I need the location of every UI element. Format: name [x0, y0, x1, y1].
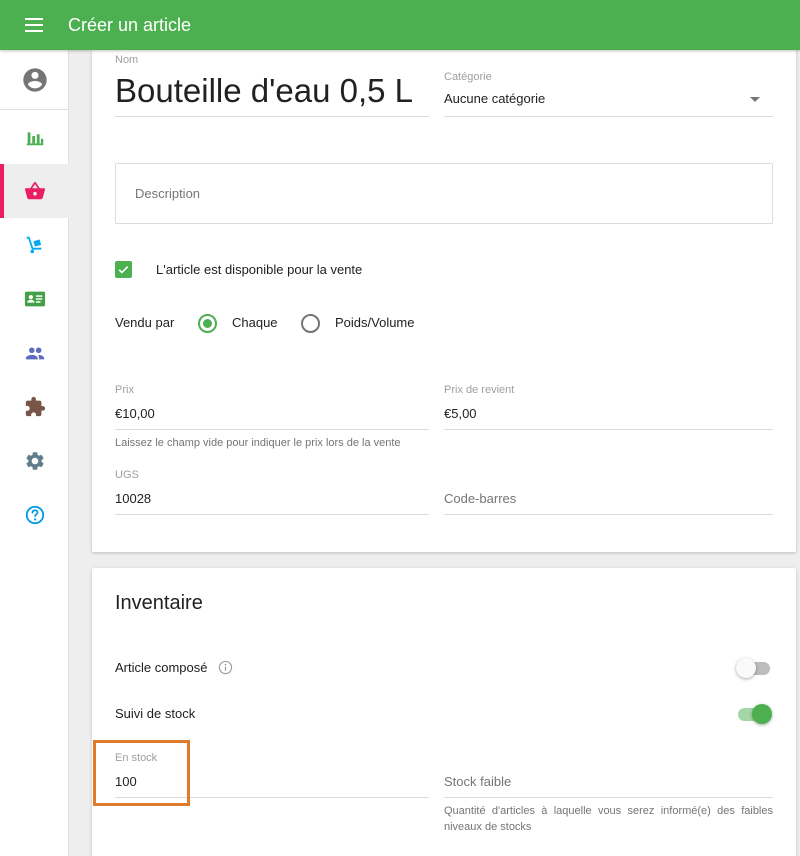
available-label: L'article est disponible pour la vente	[156, 262, 363, 277]
check-icon	[118, 265, 129, 274]
low-stock-underline	[444, 797, 773, 798]
sidebar-item-employees[interactable]	[0, 326, 69, 380]
price-input[interactable]: €10,00	[115, 406, 155, 421]
composite-label: Article composé	[115, 660, 208, 675]
people-icon	[25, 347, 44, 360]
low-stock-helper-text: Quantité d'articles à laquelle vous sere…	[444, 805, 773, 833]
toggle-thumb	[736, 658, 756, 678]
sku-label: UGS	[115, 469, 139, 481]
id-card-icon	[24, 291, 45, 307]
sidebar-item-integrations[interactable]	[0, 380, 69, 434]
category-select[interactable]: Aucune catégorie	[444, 91, 545, 106]
bar-chart-icon	[26, 132, 43, 146]
price-helper-text: Laissez le champ vide pour indiquer le p…	[115, 437, 401, 449]
category-label: Catégorie	[444, 71, 492, 83]
item-details-card: Nom Bouteille d'eau 0,5 L Catégorie Aucu…	[92, 50, 796, 552]
radio-each-label[interactable]: Chaque	[232, 315, 278, 330]
description-placeholder: Description	[135, 186, 201, 201]
sidebar-item-customers[interactable]	[0, 272, 69, 326]
radio-weight-volume[interactable]	[301, 314, 320, 333]
name-underline	[115, 116, 429, 117]
category-underline	[444, 116, 773, 117]
track-stock-label: Suivi de stock	[115, 706, 196, 721]
help-icon	[25, 505, 44, 525]
menu-button[interactable]	[0, 0, 68, 50]
name-input[interactable]: Bouteille d'eau 0,5 L	[115, 72, 413, 110]
avatar[interactable]	[0, 50, 69, 110]
cost-underline	[444, 429, 773, 430]
basket-icon	[24, 181, 45, 200]
puzzle-icon	[25, 396, 45, 417]
price-underline	[115, 429, 429, 430]
cost-label: Prix de revient	[444, 384, 515, 396]
hamburger-icon	[25, 18, 43, 32]
in-stock-highlight	[93, 740, 190, 806]
composite-toggle[interactable]	[736, 658, 772, 678]
account-circle-icon	[22, 67, 47, 92]
inventory-card: Inventaire Article composé Suivi de stoc…	[92, 568, 796, 856]
sidebar-item-settings[interactable]	[0, 434, 69, 488]
sku-underline	[115, 514, 429, 515]
radio-weight-volume-label[interactable]: Poids/Volume	[335, 315, 415, 330]
sidebar-item-reports[interactable]	[0, 110, 69, 164]
sidebar	[0, 50, 69, 856]
sidebar-item-help[interactable]	[0, 488, 69, 542]
radio-each[interactable]	[198, 314, 217, 333]
inventory-title: Inventaire	[115, 592, 203, 614]
barcode-input[interactable]: Code-barres	[444, 491, 516, 506]
toggle-thumb	[752, 704, 772, 724]
info-icon[interactable]	[218, 660, 233, 675]
page-title: Créer un article	[68, 14, 192, 35]
name-label: Nom	[115, 54, 139, 66]
sold-by-label: Vendu par	[115, 315, 175, 330]
description-field[interactable]: Description	[115, 163, 773, 224]
sku-input[interactable]: 10028	[115, 491, 151, 506]
available-checkbox[interactable]	[115, 261, 132, 278]
sidebar-item-inventory[interactable]	[0, 218, 69, 272]
price-label: Prix	[115, 384, 134, 396]
gear-icon	[25, 452, 44, 470]
hand-truck-icon	[26, 236, 41, 254]
barcode-underline	[444, 514, 773, 515]
cost-input[interactable]: €5,00	[444, 406, 477, 421]
chevron-down-icon[interactable]	[750, 97, 760, 102]
sidebar-item-items[interactable]	[0, 164, 69, 218]
low-stock-input[interactable]: Stock faible	[444, 774, 511, 789]
app-bar: Créer un article	[0, 0, 800, 50]
track-stock-toggle[interactable]	[736, 704, 772, 724]
